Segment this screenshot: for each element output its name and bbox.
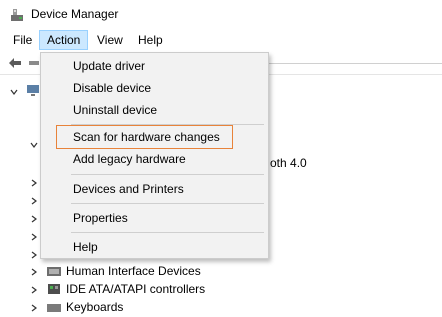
- human-interface-device-icon: [46, 264, 62, 278]
- menu-separator: [71, 203, 264, 204]
- chevron-right-icon[interactable]: [30, 197, 38, 205]
- menu-item-help[interactable]: Help: [41, 236, 268, 258]
- chevron-right-icon[interactable]: [30, 251, 38, 259]
- chevron-right-icon[interactable]: [30, 179, 38, 187]
- chevron-right-icon[interactable]: [30, 268, 38, 276]
- menu-view[interactable]: View: [90, 30, 130, 50]
- action-menu-dropdown: Update driver Disable device Uninstall d…: [40, 52, 269, 259]
- keyboard-icon: [46, 300, 62, 314]
- chevron-right-icon[interactable]: [30, 304, 38, 312]
- chevron-down-icon[interactable]: [10, 88, 18, 96]
- chevron-down-icon[interactable]: [30, 141, 38, 149]
- menu-file[interactable]: File: [6, 30, 39, 50]
- menu-separator: [71, 232, 264, 233]
- back-arrow-icon[interactable]: [8, 57, 22, 69]
- chevron-right-icon[interactable]: [30, 215, 38, 223]
- ide-controller-icon: [46, 282, 62, 296]
- menu-item-uninstall-device[interactable]: Uninstall device: [41, 99, 268, 121]
- menu-item-scan-for-hardware-changes[interactable]: Scan for hardware changes: [41, 126, 268, 148]
- menu-item-disable-device[interactable]: Disable device: [41, 77, 268, 99]
- chevron-right-icon[interactable]: [30, 286, 38, 294]
- title-bar: Device Manager: [0, 0, 442, 30]
- tree-item-human-interface-devices[interactable]: Human Interface Devices: [66, 262, 201, 280]
- menu-help[interactable]: Help: [131, 30, 170, 50]
- chevron-right-icon[interactable]: [30, 233, 38, 241]
- window-title: Device Manager: [31, 7, 119, 21]
- menu-separator: [71, 174, 264, 175]
- tree-item-keyboards[interactable]: Keyboards: [66, 298, 123, 316]
- device-manager-icon: [9, 7, 25, 23]
- bluetooth-device-partial-label: oth 4.0: [270, 156, 307, 170]
- toolbar-divider: [268, 63, 442, 64]
- menu-bar: File Action View Help: [0, 30, 442, 50]
- menu-item-properties[interactable]: Properties: [41, 207, 268, 229]
- menu-item-update-driver[interactable]: Update driver: [41, 55, 268, 77]
- menu-item-add-legacy-hardware[interactable]: Add legacy hardware: [41, 148, 268, 170]
- tree-item-ide-controllers[interactable]: IDE ATA/ATAPI controllers: [66, 280, 205, 298]
- menu-action[interactable]: Action: [39, 30, 89, 50]
- menu-item-devices-and-printers[interactable]: Devices and Printers: [41, 178, 268, 200]
